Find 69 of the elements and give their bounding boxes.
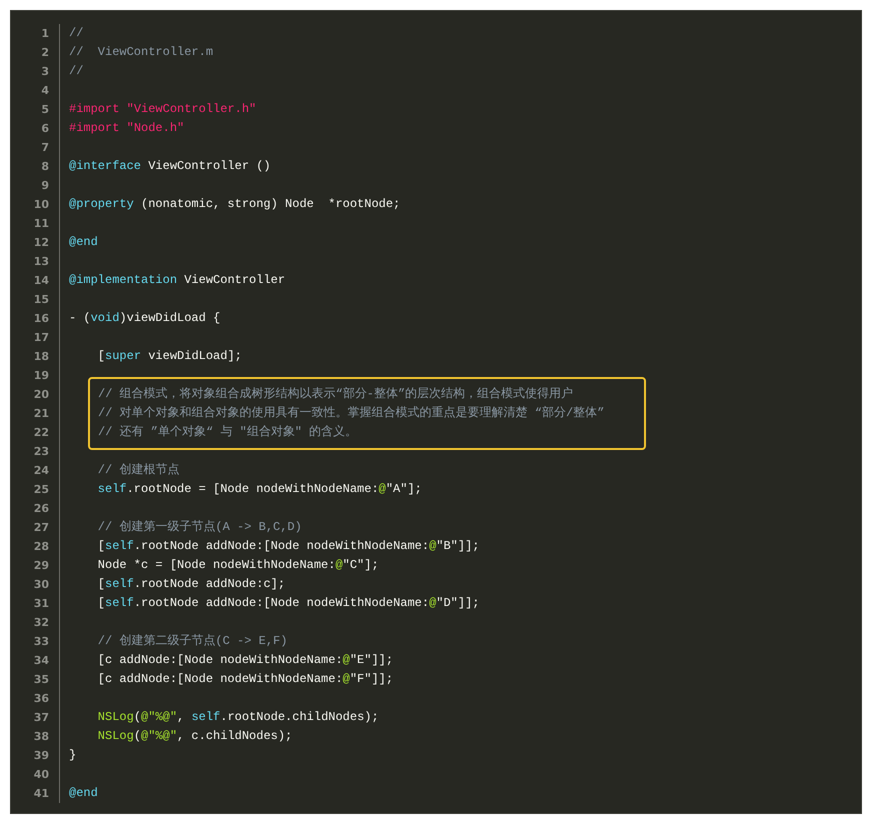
line-number: 2	[41, 45, 49, 61]
code-line: [c addNode:[Node nodeWithNodeName:@"E"]];	[96, 652, 394, 669]
line-number: 29	[34, 558, 49, 574]
code-line: [c addNode:[Node nodeWithNodeName:@"F"]];	[96, 671, 394, 688]
line-number: 14	[34, 273, 49, 289]
line-number: 10	[34, 197, 49, 213]
line-number: 7	[41, 140, 49, 156]
code-line: [self.rootNode addNode:c];	[96, 576, 286, 593]
line-number: 1	[41, 26, 49, 42]
line-number: 4	[41, 83, 49, 99]
code-line: self.rootNode = [Node nodeWithNodeName:@"A"];	[96, 481, 423, 498]
line-number: 38	[34, 729, 49, 745]
code-line: Node *c = [Node nodeWithNodeName:@"C"];	[96, 557, 380, 574]
code-line: [self.rootNode addNode:[Node nodeWithNodeName:@"B"]];	[96, 538, 480, 555]
line-number: 32	[34, 615, 49, 631]
line-number: 17	[34, 330, 49, 346]
code-line: - (void)viewDidLoad {	[69, 310, 222, 327]
line-number: 16	[34, 311, 49, 327]
code-line: // 创建根节点	[96, 462, 180, 479]
line-number: 19	[34, 368, 49, 384]
line-number: 28	[34, 539, 49, 555]
line-number: 13	[34, 254, 49, 270]
line-number: 37	[34, 710, 49, 726]
line-number: 6	[41, 121, 49, 137]
line-number: 24	[34, 463, 49, 479]
line-number: 41	[34, 786, 49, 802]
line-number: 25	[34, 482, 49, 498]
code-line: #import "Node.h"	[69, 120, 186, 137]
code-line: [self.rootNode addNode:[Node nodeWithNodeName:@"D"]];	[96, 595, 480, 612]
code-line: //	[69, 63, 84, 80]
line-number: 35	[34, 672, 49, 688]
code-line: }	[69, 747, 78, 764]
code-line: //	[69, 25, 84, 42]
code-line: // 还有 ”单个对象“ 与 "组合对象" 的含义。	[98, 424, 358, 441]
code-line: // 创建第一级子节点(A -> B,C,D)	[96, 519, 303, 536]
line-number: 23	[34, 444, 49, 460]
code-line: // 组合模式，将对象组合成树形结构以表示“部分-整体”的层次结构，组合模式使得用户	[98, 386, 574, 403]
line-number: 30	[34, 577, 49, 593]
code-line: // ViewController.m	[69, 44, 214, 61]
line-number: 5	[41, 102, 49, 118]
code-line: @end	[69, 234, 99, 251]
line-number: 36	[34, 691, 49, 707]
code-line: // 创建第二级子节点(C -> E,F)	[96, 633, 288, 650]
line-number: 21	[34, 406, 49, 422]
line-number: 8	[41, 159, 49, 175]
line-number: 31	[34, 596, 49, 612]
line-number: 15	[34, 292, 49, 308]
line-number: 34	[34, 653, 49, 669]
line-number: 18	[34, 349, 49, 365]
code-line: @interface ViewController ()	[69, 158, 272, 175]
line-number: 33	[34, 634, 49, 650]
code-line: NSLog(@"%@", c.childNodes);	[96, 728, 294, 745]
code-line: @implementation ViewController	[69, 272, 286, 289]
line-number: 12	[34, 235, 49, 251]
code-line: [super viewDidLoad];	[96, 348, 243, 365]
line-number: 11	[34, 216, 49, 232]
line-number: 40	[34, 767, 49, 783]
line-number: 9	[41, 178, 49, 194]
code-line: #import "ViewController.h"	[69, 101, 258, 118]
line-number: 26	[34, 501, 49, 517]
code-line: @end	[69, 785, 99, 802]
line-number: 3	[41, 64, 49, 80]
code-line: @property (nonatomic, strong) Node *rootNode;	[69, 196, 402, 213]
code-line: NSLog(@"%@", self.rootNode.childNodes);	[96, 709, 380, 726]
line-number: 27	[34, 520, 49, 536]
line-number: 20	[34, 387, 49, 403]
line-number: 22	[34, 425, 49, 441]
line-number: 39	[34, 748, 49, 764]
code-line: // 对单个对象和组合对象的使用具有一致性。掌握组合模式的重点是要理解清楚 “部分/整体”	[98, 405, 604, 422]
